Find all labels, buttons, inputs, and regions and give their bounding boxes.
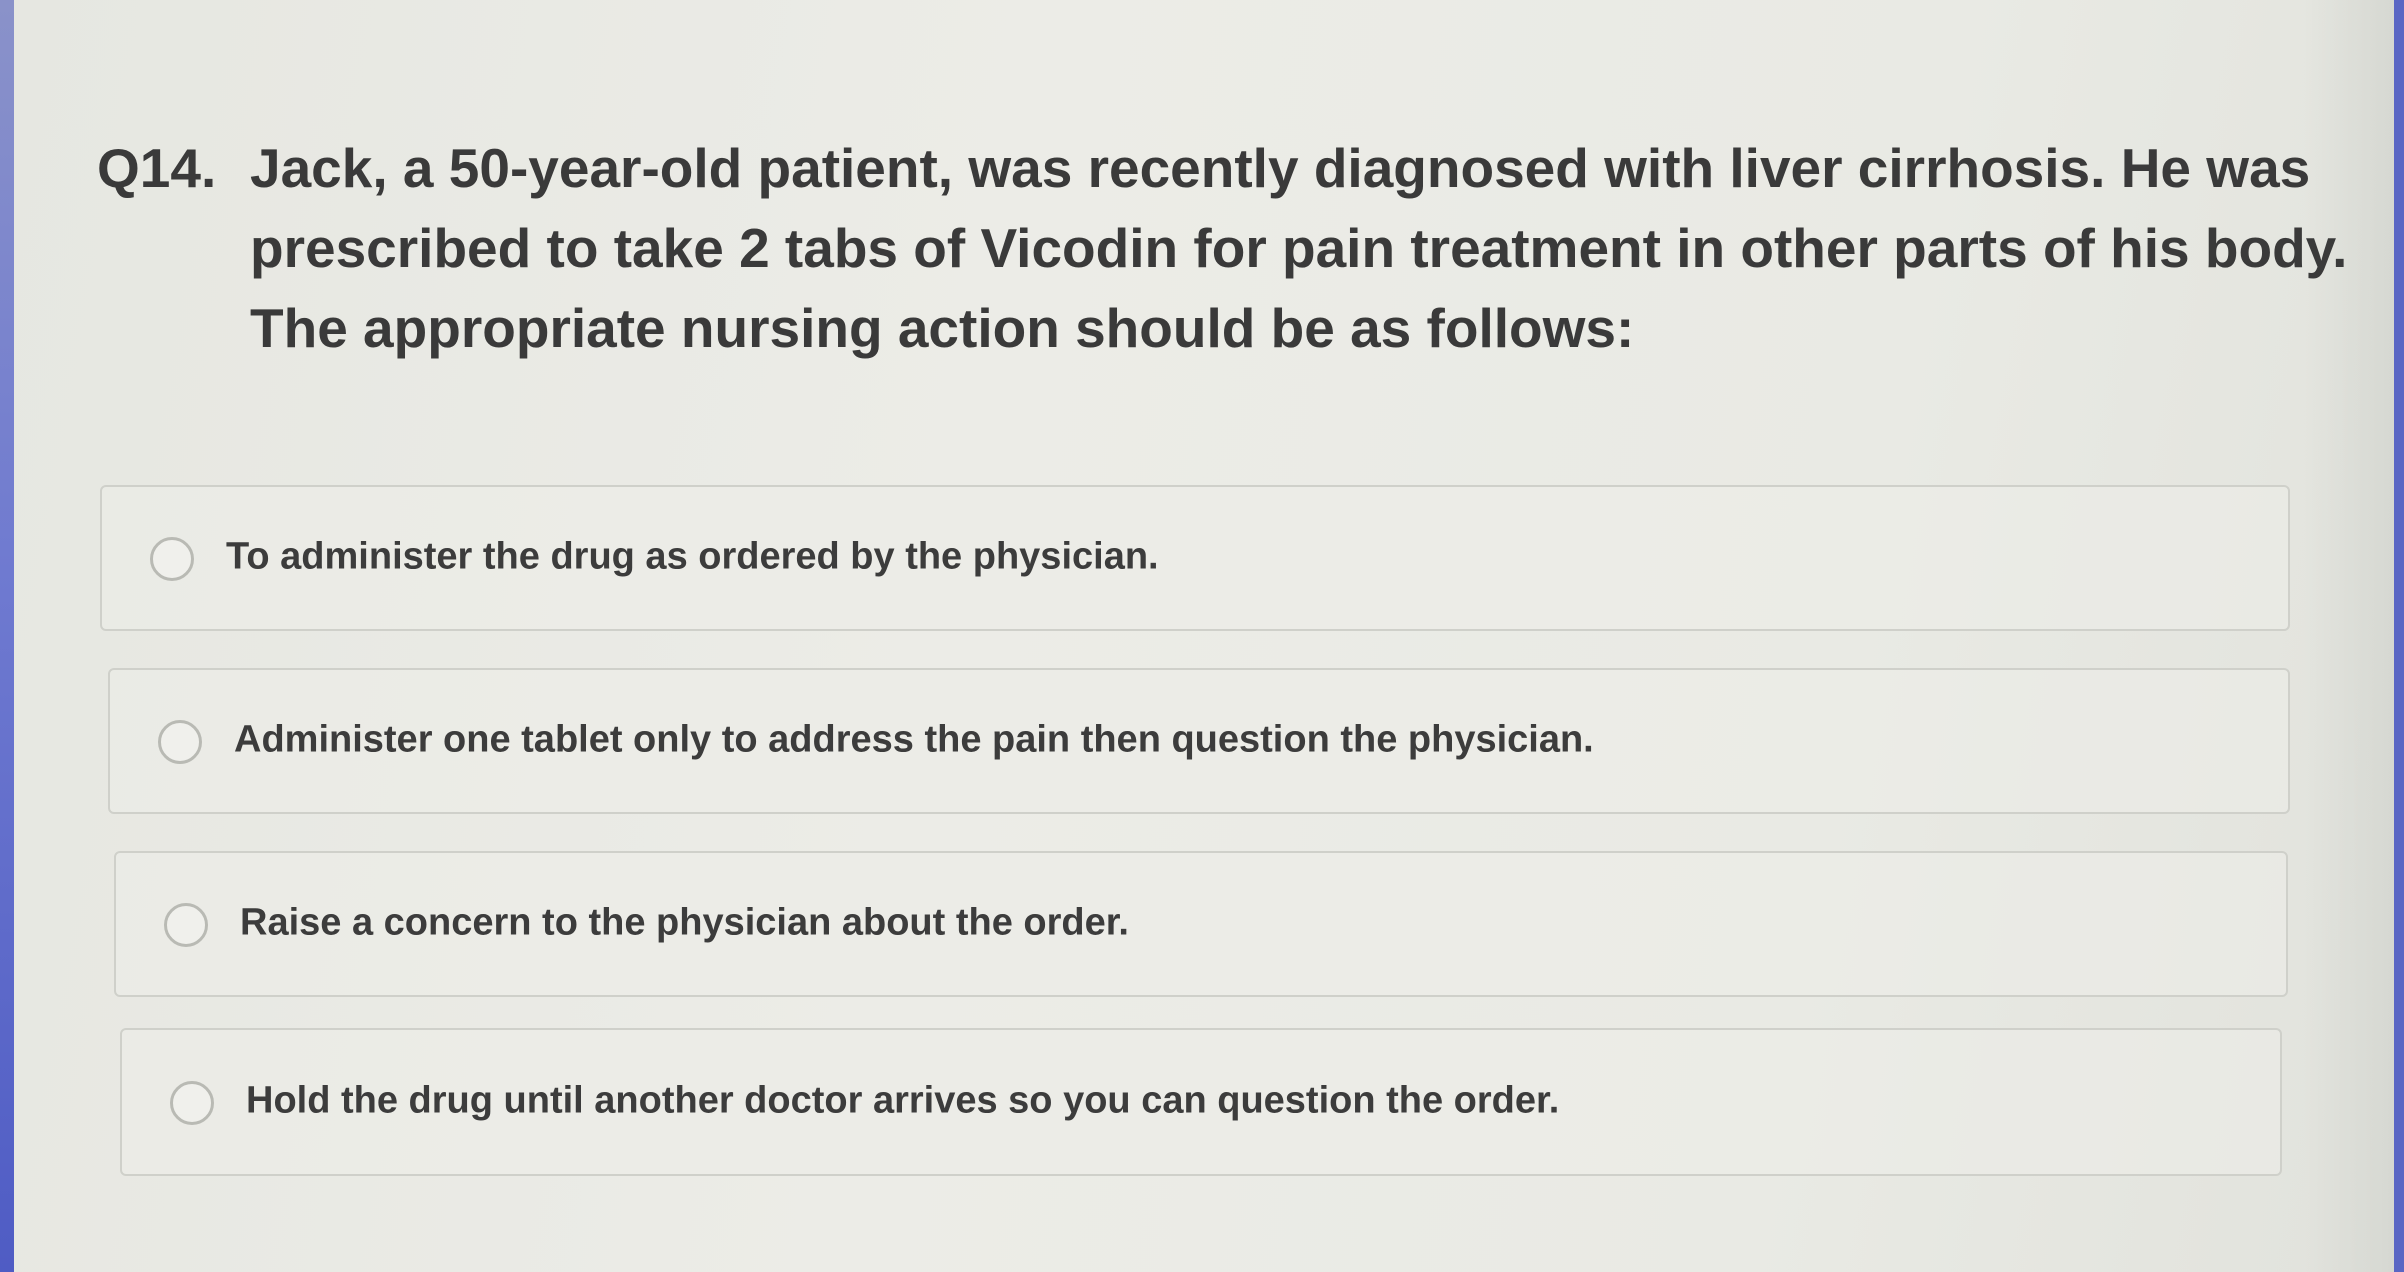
answer-option-4[interactable]: Hold the drug until another doctor arriv…	[120, 1028, 2282, 1176]
option-label: Hold the drug until another doctor arriv…	[246, 1079, 1560, 1122]
option-label: Administer one tablet only to address th…	[234, 718, 1594, 761]
question-block: Q14. Jack, a 50-year-old patient, was re…	[97, 128, 2357, 368]
answer-option-2[interactable]: Administer one tablet only to address th…	[108, 668, 2290, 814]
answer-option-3[interactable]: Raise a concern to the physician about t…	[114, 851, 2288, 997]
question-number: Q14.	[97, 137, 217, 199]
quiz-screen: Q14. Jack, a 50-year-old patient, was re…	[14, 0, 2394, 1272]
radio-button-icon[interactable]	[150, 537, 194, 581]
question-text: Jack, a 50-year-old patient, was recentl…	[250, 137, 2348, 359]
option-label: Raise a concern to the physician about t…	[240, 901, 1129, 944]
radio-button-icon[interactable]	[164, 903, 208, 947]
radio-button-icon[interactable]	[158, 720, 202, 764]
radio-button-icon[interactable]	[170, 1081, 214, 1125]
answer-option-1[interactable]: To administer the drug as ordered by the…	[100, 485, 2290, 631]
option-label: To administer the drug as ordered by the…	[226, 535, 1159, 578]
